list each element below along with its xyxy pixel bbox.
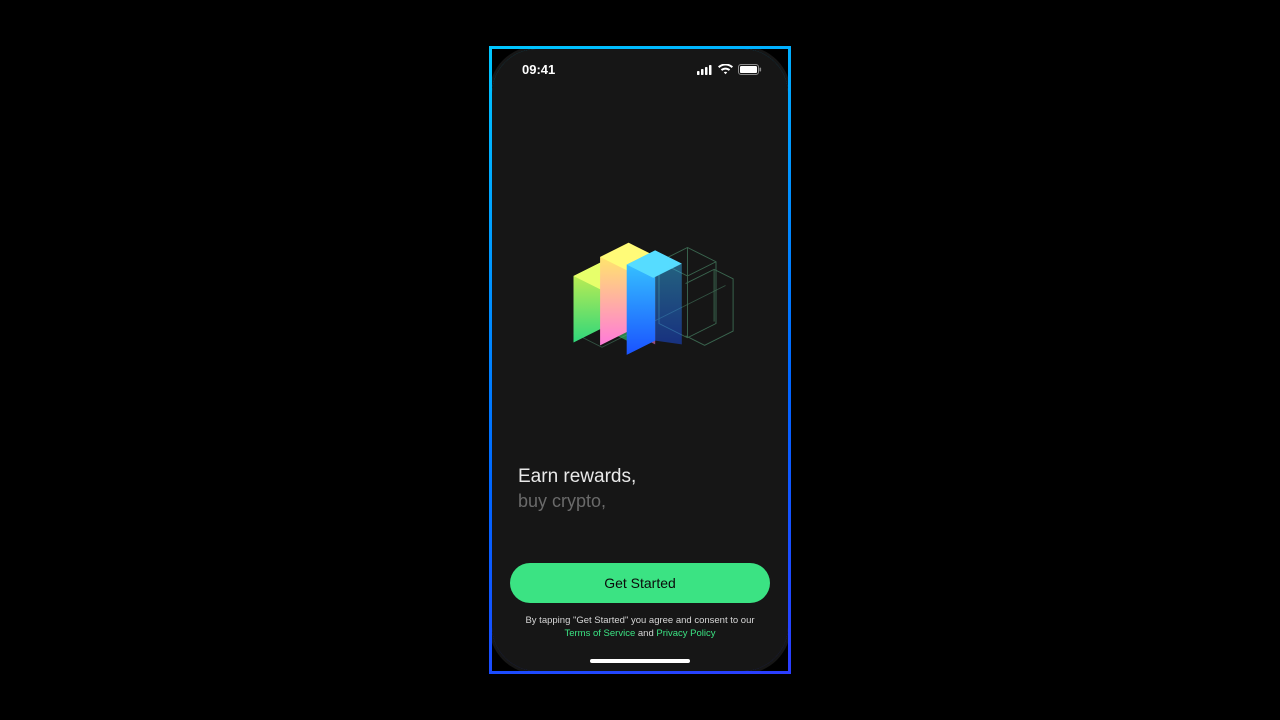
status-bar: 09:41 bbox=[492, 49, 788, 89]
home-indicator[interactable] bbox=[590, 659, 690, 663]
battery-icon bbox=[738, 64, 762, 75]
legal-text-and: and bbox=[635, 628, 656, 639]
phone-volume-up bbox=[489, 197, 490, 237]
get-started-button[interactable]: Get Started bbox=[510, 563, 770, 603]
bar-chart-3d-icon bbox=[545, 219, 735, 376]
tagline-primary: Earn rewards, bbox=[518, 465, 762, 490]
tagline-secondary: buy crypto, bbox=[518, 490, 762, 513]
phone-power-button bbox=[790, 217, 791, 287]
status-time: 09:41 bbox=[522, 62, 555, 77]
phone-mute-switch bbox=[489, 164, 490, 186]
phone-device-frame: 09:41 bbox=[489, 46, 791, 674]
wifi-icon bbox=[718, 64, 733, 75]
hero-illustration bbox=[510, 129, 770, 465]
phone-volume-down bbox=[489, 245, 490, 285]
tagline-block: Earn rewards, buy crypto, bbox=[510, 465, 770, 513]
terms-of-service-link[interactable]: Terms of Service bbox=[564, 628, 635, 639]
cellular-signal-icon bbox=[697, 64, 713, 75]
onboarding-content: Earn rewards, buy crypto, Get Started By… bbox=[492, 89, 788, 671]
legal-text-prefix: By tapping "Get Started" you agree and c… bbox=[525, 615, 754, 626]
status-indicators bbox=[697, 64, 762, 75]
legal-disclaimer: By tapping "Get Started" you agree and c… bbox=[510, 615, 770, 641]
privacy-policy-link[interactable]: Privacy Policy bbox=[656, 628, 715, 639]
phone-screen: 09:41 bbox=[492, 49, 788, 671]
